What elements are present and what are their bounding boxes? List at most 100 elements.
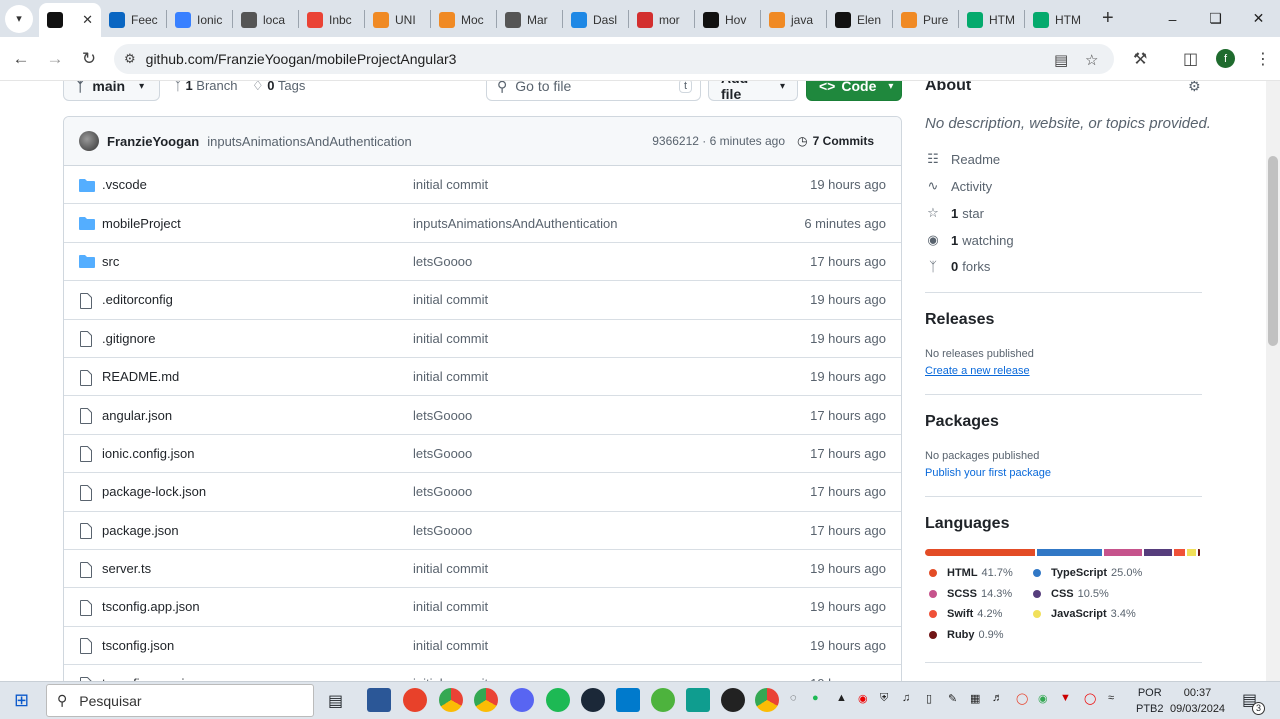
task-view-icon[interactable]: ▤ xyxy=(328,691,343,711)
app-tray-icon[interactable]: ▦ xyxy=(970,692,980,705)
file-commit-message[interactable]: initial commit xyxy=(413,177,488,192)
browser-tab[interactable]: Mar xyxy=(497,3,562,37)
language-item[interactable]: JavaScript 3.4% xyxy=(1033,608,1136,620)
chrome-icon[interactable] xyxy=(439,688,463,712)
language-item[interactable]: SCSS 14.3% xyxy=(929,588,1012,600)
file-commit-message[interactable]: letsGoooo xyxy=(413,254,472,269)
go-to-file-input[interactable]: ⚲ Go to file t xyxy=(486,81,701,101)
language-item[interactable]: CSS 10.5% xyxy=(1033,588,1109,600)
file-row[interactable]: mobileProject inputsAnimationsAndAuthenti… xyxy=(64,204,901,243)
pen-icon[interactable]: ✎ xyxy=(948,692,957,705)
file-row[interactable]: ionic.config.json letsGoooo 17 hours ago xyxy=(64,435,901,474)
bookmark-star-icon[interactable]: ☆ xyxy=(1085,51,1098,69)
file-name[interactable]: angular.json xyxy=(102,408,172,423)
language-item[interactable]: HTML 41.7% xyxy=(929,567,1013,579)
taskbar-search[interactable]: ⚲ Pesquisar xyxy=(46,684,314,717)
file-row[interactable]: .gitignore initial commit 19 hours ago xyxy=(64,320,901,358)
browser-tab[interactable]: ✕ xyxy=(39,3,101,37)
wifi-icon[interactable]: ≈ xyxy=(1108,692,1114,704)
browser-tab[interactable]: Inbc xyxy=(299,3,364,37)
spotify-icon[interactable] xyxy=(546,688,570,712)
file-commit-message[interactable]: letsGoooo xyxy=(413,484,472,499)
security-icon[interactable]: ⛨ xyxy=(880,692,888,705)
forks-link[interactable]: ᛉ 0 forks xyxy=(925,259,990,274)
file-name[interactable]: tsconfig.json xyxy=(102,638,174,653)
page-scrollbar[interactable] xyxy=(1266,81,1280,681)
file-commit-message[interactable]: initial commit xyxy=(413,292,488,307)
file-name[interactable]: ionic.config.json xyxy=(102,446,195,461)
clock[interactable]: 00:37 09/03/2024 xyxy=(1170,685,1225,717)
steam-icon[interactable] xyxy=(581,688,605,712)
site-info-icon[interactable]: ⚙ xyxy=(124,51,136,67)
file-row[interactable]: .editorconfig initial commit 19 hours ago xyxy=(64,281,901,320)
microphone-icon[interactable]: ▲ xyxy=(836,692,847,704)
file-commit-message[interactable]: letsGoooo xyxy=(413,523,472,538)
publish-package-link[interactable]: Publish your first package xyxy=(925,467,1051,479)
reload-button[interactable]: ↻ xyxy=(72,49,106,69)
file-commit-message[interactable]: initial commit xyxy=(413,331,488,346)
media-player-icon[interactable] xyxy=(721,688,745,712)
file-row[interactable]: .vscode initial commit 19 hours ago xyxy=(64,166,901,205)
speaker-icon[interactable]: ♫ xyxy=(902,692,910,704)
install-app-icon[interactable]: ▤ xyxy=(1054,51,1068,69)
readme-link[interactable]: ☷ Readme xyxy=(925,151,1000,167)
branch-selector[interactable]: ᛉ main ▾ xyxy=(63,81,160,101)
file-commit-message[interactable]: inputsAnimationsAndAuthentication xyxy=(413,216,618,231)
add-file-button[interactable]: Add file ▾ xyxy=(708,81,798,102)
side-panel-icon[interactable]: ◫ xyxy=(1183,49,1198,69)
file-commit-message[interactable]: letsGoooo xyxy=(413,446,472,461)
branches-link[interactable]: ᛉ 1 Branch xyxy=(174,81,238,93)
create-release-link[interactable]: Create a new release xyxy=(925,365,1030,377)
browser-tab[interactable]: Ionic xyxy=(167,3,232,37)
volume-icon[interactable]: ♬ xyxy=(992,692,1003,704)
new-tab-button[interactable]: + xyxy=(1102,7,1114,30)
file-name[interactable]: README.md xyxy=(102,369,179,384)
file-commit-message[interactable]: letsGoooo xyxy=(413,408,472,423)
record-icon[interactable]: ◉ xyxy=(858,692,868,705)
url-text[interactable]: github.com/FranzieYoogan/mobileProjectAn… xyxy=(146,51,457,67)
browser-tab[interactable]: mor xyxy=(629,3,694,37)
browser-tab[interactable]: Moc xyxy=(431,3,496,37)
chrome-tray-icon[interactable]: ◉ xyxy=(1038,692,1048,705)
file-row[interactable]: package-lock.json letsGoooo 17 hours ago xyxy=(64,473,901,512)
antivirus-icon[interactable]: ▼ xyxy=(1060,692,1071,704)
browser-tab[interactable]: loca xyxy=(233,3,298,37)
chrome-icon[interactable] xyxy=(474,688,498,712)
browser-tab[interactable]: HTM xyxy=(959,3,1024,37)
watching-link[interactable]: ◉ 1 watching xyxy=(925,232,1013,248)
file-name[interactable]: tsconfig.app.json xyxy=(102,599,200,614)
language-item[interactable]: TypeScript 25.0% xyxy=(1033,567,1142,579)
browser-tab[interactable]: UNI xyxy=(365,3,430,37)
language-item[interactable]: Ruby 0.9% xyxy=(929,629,1004,641)
releases-heading[interactable]: Releases xyxy=(925,311,994,329)
opera-tray-icon[interactable]: ◯ xyxy=(1016,692,1028,705)
browser-tab[interactable]: HTM xyxy=(1025,3,1090,37)
author-avatar[interactable] xyxy=(79,131,99,151)
browser-menu-icon[interactable]: ⋮ xyxy=(1255,49,1271,69)
tags-link[interactable]: ♢ 0 Tags xyxy=(252,81,305,94)
file-row[interactable]: tsconfig.spec.jsoninitial commit19 hours… xyxy=(64,665,901,681)
extensions-icon[interactable]: ⚒ xyxy=(1133,49,1147,69)
browser-tab[interactable]: java xyxy=(761,3,826,37)
browser-tab[interactable]: Elen xyxy=(827,3,892,37)
commits-link[interactable]: ◷ 7 Commits xyxy=(797,134,874,148)
file-commit-message[interactable]: initial commit xyxy=(413,561,488,576)
discord-icon[interactable] xyxy=(510,688,534,712)
browser-tab[interactable]: Hov xyxy=(695,3,760,37)
file-name[interactable]: package.json xyxy=(102,523,179,538)
minimize-button[interactable]: – xyxy=(1151,0,1194,37)
address-bar[interactable]: ⚙ github.com/FranzieYoogan/mobileProject… xyxy=(114,44,1114,74)
close-window-button[interactable]: ✕ xyxy=(1237,0,1280,37)
tray-chevron-icon[interactable]: ◌ xyxy=(790,692,797,704)
maximize-button[interactable]: ❏ xyxy=(1194,0,1237,37)
spotify-tray-icon[interactable]: ● xyxy=(812,692,819,704)
close-tab-icon[interactable]: ✕ xyxy=(82,12,93,28)
file-name[interactable]: package-lock.json xyxy=(102,484,206,499)
file-row[interactable]: package.json letsGoooo 17 hours ago xyxy=(64,512,901,550)
chrome-icon[interactable] xyxy=(755,688,779,712)
file-row[interactable]: README.md initial commit 19 hours ago xyxy=(64,358,901,397)
opera-icon[interactable] xyxy=(403,688,427,712)
file-row[interactable]: angular.json letsGoooo 17 hours ago xyxy=(64,396,901,435)
browser-tab[interactable]: Feec xyxy=(101,3,166,37)
file-commit-message[interactable]: initial commit xyxy=(413,369,488,384)
